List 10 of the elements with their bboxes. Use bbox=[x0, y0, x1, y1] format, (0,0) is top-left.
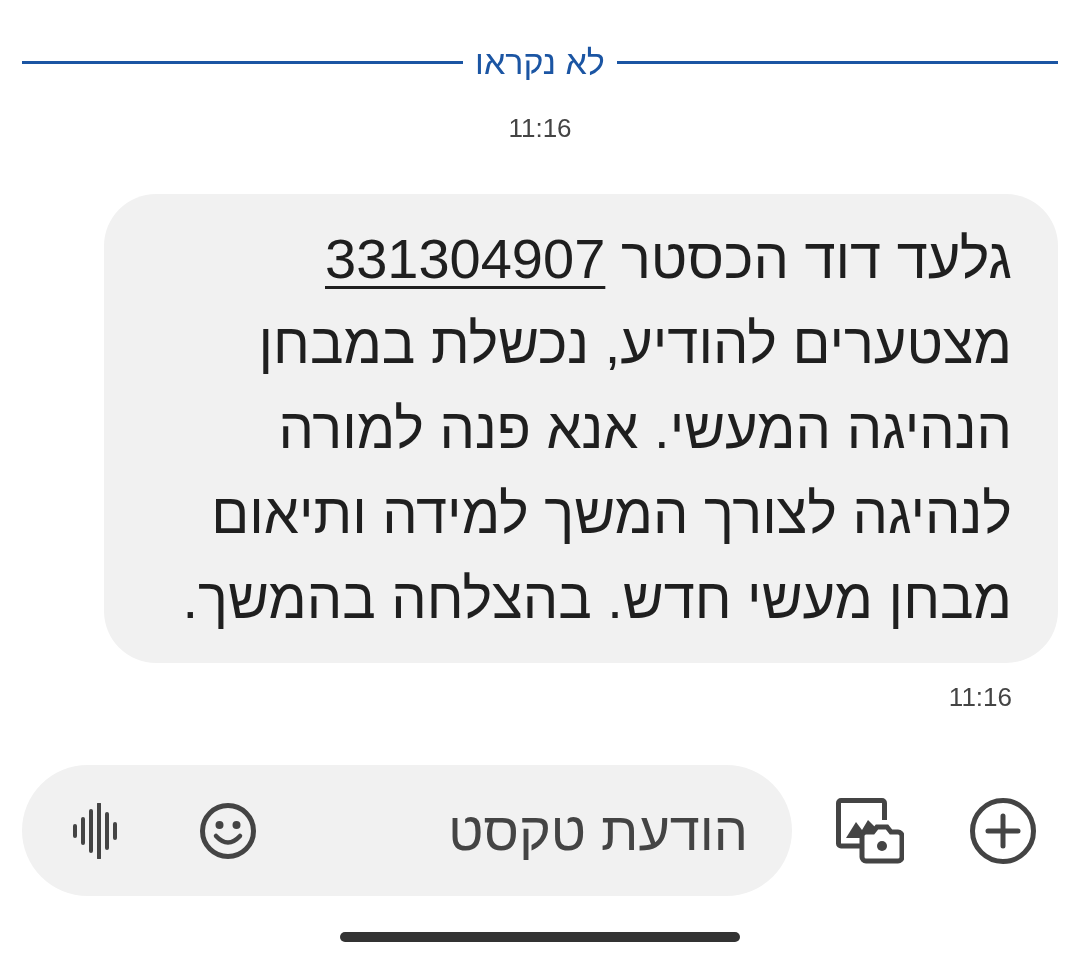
message-compose-field[interactable]: הודעת טקסט bbox=[22, 765, 792, 896]
smiley-icon[interactable] bbox=[200, 802, 256, 859]
timestamp: 11:16 bbox=[508, 112, 572, 144]
phone-number-link[interactable]: 331304907 bbox=[325, 227, 606, 290]
message-time: 11:16 bbox=[948, 681, 1012, 713]
gallery-camera-icon[interactable] bbox=[836, 797, 904, 864]
message-input[interactable]: הודעת טקסט bbox=[276, 795, 748, 866]
add-icon[interactable] bbox=[970, 797, 1036, 864]
unread-divider-label: לא נקראו bbox=[474, 44, 606, 80]
voice-waveform-icon[interactable] bbox=[70, 802, 120, 859]
